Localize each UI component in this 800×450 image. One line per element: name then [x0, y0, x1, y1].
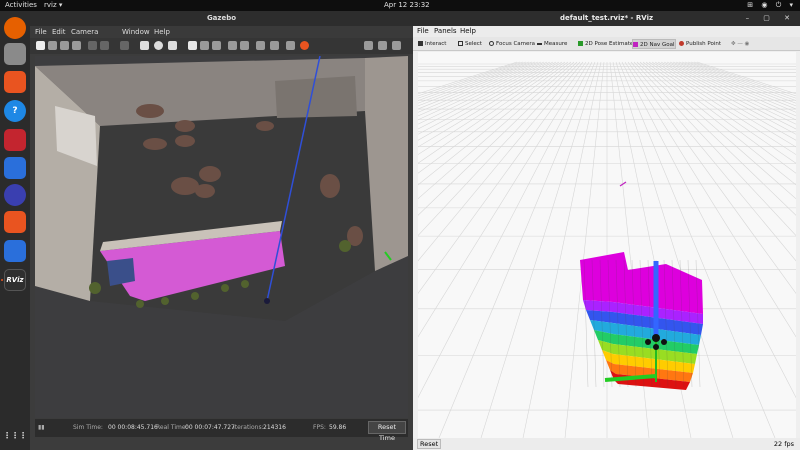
text-editor-2-icon[interactable]	[4, 240, 26, 262]
gazebo-menubar: File Edit Camera Window Help	[30, 26, 413, 38]
directional-light-icon[interactable]	[212, 41, 221, 50]
scale-mode-icon[interactable]	[72, 41, 81, 50]
screen	[107, 258, 135, 286]
undo-icon[interactable]	[88, 41, 97, 50]
menu-file[interactable]: File	[35, 28, 47, 36]
rviz-scene	[418, 61, 796, 438]
system-menu[interactable]: ⊞ ◉ ⏻ ▾	[747, 1, 796, 10]
rviz-icon[interactable]: RViz	[4, 269, 26, 291]
screenshot-icon[interactable]	[364, 41, 373, 50]
activities-button[interactable]: Activities	[5, 1, 37, 9]
fps-label: FPS:	[313, 424, 326, 431]
menu-help[interactable]: Help	[154, 28, 170, 36]
real-time-value: 00 00:07:47.727	[185, 424, 235, 431]
redo-icon[interactable]	[100, 41, 109, 50]
tool-measure[interactable]: Measure	[537, 39, 567, 49]
box-shape-icon[interactable]	[140, 41, 149, 50]
gazebo-toolbar	[30, 38, 413, 54]
point-light-icon[interactable]	[188, 41, 197, 50]
measure-icon	[537, 43, 542, 45]
robot	[264, 298, 270, 304]
rotate-mode-icon[interactable]	[60, 41, 69, 50]
show-applications-icon[interactable]: ⋮⋮⋮	[3, 424, 27, 446]
real-time-label: Real Time:	[156, 424, 188, 431]
interact-icon	[418, 41, 423, 46]
align-icon[interactable]	[256, 41, 265, 50]
tool-extras[interactable]: ✥ — ◉	[731, 39, 749, 49]
translate-mode-icon[interactable]	[48, 41, 57, 50]
select-icon	[458, 41, 463, 46]
files-icon[interactable]	[4, 43, 26, 65]
tool-2d-nav-goal[interactable]: 2D Nav Goal	[632, 39, 676, 49]
tool-select[interactable]: Select	[458, 39, 482, 49]
spot-light-icon[interactable]	[200, 41, 209, 50]
rviz-toolbar: Interact Select Focus Camera Measure 2D …	[413, 37, 800, 51]
tool-focus-camera[interactable]: Focus Camera	[489, 39, 535, 49]
gazebo-world-render	[35, 56, 408, 321]
text-editor-icon[interactable]	[4, 157, 26, 179]
app-menu[interactable]: rviz ▾	[44, 1, 62, 9]
rviz-title: default_test.rviz* - RViz	[413, 11, 800, 26]
snap-icon[interactable]	[270, 41, 279, 50]
active-indicator	[1, 279, 3, 281]
paste-icon[interactable]	[240, 41, 249, 50]
wall-window	[275, 76, 357, 118]
fps-value: 59.86	[329, 424, 347, 431]
iterations-value: 214316	[263, 424, 286, 431]
dock: ? RViz ⋮⋮⋮	[0, 11, 30, 450]
layers-icon[interactable]	[4, 211, 26, 233]
joint-icon[interactable]	[286, 41, 295, 50]
tool-interact[interactable]: Interact	[418, 39, 446, 49]
redo-extra-icon[interactable]	[120, 41, 129, 50]
select-mode-icon[interactable]	[36, 41, 45, 50]
focus-camera-icon	[489, 41, 494, 46]
update-icon[interactable]	[4, 184, 26, 206]
video-icon[interactable]	[392, 41, 401, 50]
top-bar: Activities rviz ▾ Apr 12 23:32 ⊞ ◉ ⏻ ▾	[0, 0, 800, 11]
terminal-icon[interactable]	[4, 129, 26, 151]
cylinder-shape-icon[interactable]	[168, 41, 177, 50]
help-icon[interactable]: ?	[4, 100, 26, 122]
rviz-3d-viewport[interactable]	[418, 52, 796, 438]
octomap-voxels	[580, 252, 703, 390]
pose-estimate-icon	[578, 41, 583, 46]
iterations-label: Iterations:	[233, 424, 264, 431]
publish-point-icon	[679, 41, 684, 46]
log-icon[interactable]	[378, 41, 387, 50]
clock[interactable]: Apr 12 23:32	[384, 1, 430, 9]
fps-readout: 22 fps	[773, 440, 794, 448]
rviz-menubar: File Panels Help	[413, 26, 800, 37]
reset-button[interactable]: Reset	[417, 439, 442, 449]
rviz-window: default_test.rviz* - RViz – ▢ ✕ File Pan…	[413, 11, 800, 450]
tool-2d-pose-estimate[interactable]: 2D Pose Estimate	[578, 39, 633, 49]
menu-help[interactable]: Help	[460, 27, 476, 35]
menu-window[interactable]: Window	[122, 28, 150, 36]
menu-file[interactable]: File	[417, 27, 429, 35]
sphere-shape-icon[interactable]	[154, 41, 163, 50]
rviz-status-bar: Reset 22 fps	[413, 438, 800, 450]
tool-publish-point[interactable]: Publish Point	[679, 39, 721, 49]
gazebo-status-bar: ▮▮ Sim Time: 00 00:08:45.716 Real Time: …	[35, 419, 408, 442]
window-controls[interactable]: – ▢ ✕	[746, 14, 796, 22]
sim-time-value: 00 00:08:45.716	[108, 424, 158, 431]
sim-time-label: Sim Time:	[73, 424, 103, 431]
nav-goal-icon	[633, 42, 638, 47]
menu-camera[interactable]: Camera	[71, 28, 98, 36]
firefox-icon[interactable]	[4, 17, 26, 39]
gazebo-window: Gazebo File Edit Camera Window Help ▮▮ S…	[30, 11, 413, 450]
gazebo-title: Gazebo	[30, 11, 413, 26]
software-icon[interactable]	[4, 71, 26, 93]
reset-time-button[interactable]: Reset Time	[368, 421, 406, 442]
menu-panels[interactable]: Panels	[434, 27, 457, 35]
step-control[interactable]: ▮▮	[38, 424, 45, 431]
copy-icon[interactable]	[228, 41, 237, 50]
menu-edit[interactable]: Edit	[52, 28, 66, 36]
record-icon[interactable]	[300, 41, 309, 50]
gazebo-3d-viewport[interactable]	[35, 56, 408, 418]
